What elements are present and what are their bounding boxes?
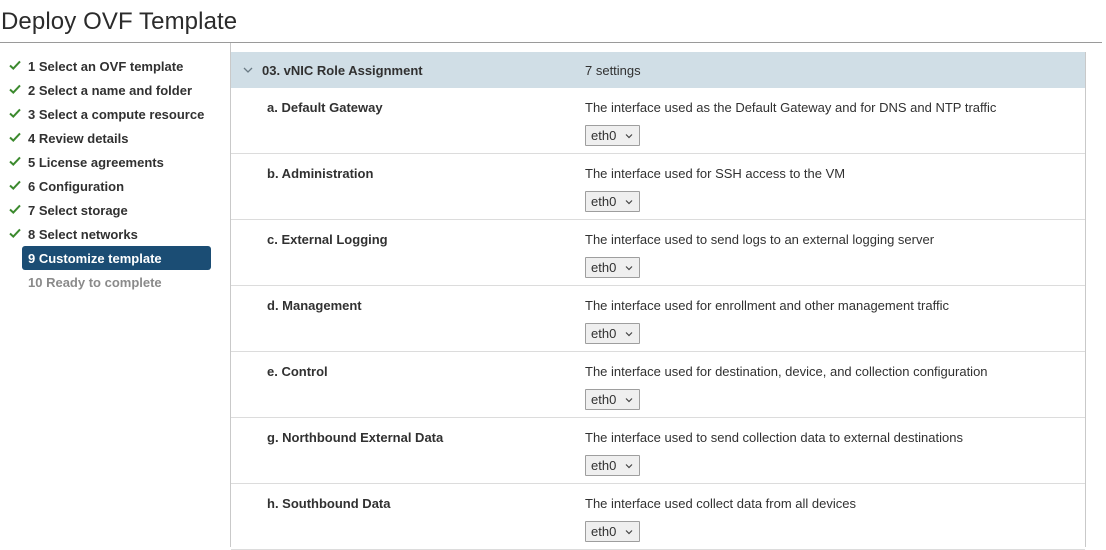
setting-row-external-logging: c. External Logging The interface used t… <box>231 220 1085 286</box>
setting-label: d. Management <box>267 298 362 313</box>
setting-label: a. Default Gateway <box>267 100 383 115</box>
chevron-down-icon <box>625 266 633 271</box>
default-gateway-select[interactable]: eth0 <box>585 125 640 146</box>
chevron-down-icon <box>625 134 633 139</box>
step-customize-template[interactable]: 9 Customize template <box>22 246 211 270</box>
setting-row-default-gateway: a. Default Gateway The interface used as… <box>231 88 1085 154</box>
step-label: 8 Select networks <box>28 226 138 242</box>
step-configuration[interactable]: 6 Configuration <box>0 174 222 198</box>
setting-row-control: e. Control The interface used for destin… <box>231 352 1085 418</box>
setting-row-northbound-external-data: g. Northbound External Data The interfac… <box>231 418 1085 484</box>
check-icon <box>9 132 21 143</box>
step-select-storage[interactable]: 7 Select storage <box>0 198 222 222</box>
select-value: eth0 <box>591 128 617 143</box>
chevron-down-icon <box>625 200 633 205</box>
step-label: 1 Select an OVF template <box>28 58 184 74</box>
check-icon <box>9 108 21 119</box>
step-label: 7 Select storage <box>28 202 128 218</box>
step-select-ovf-template[interactable]: 1 Select an OVF template <box>0 54 222 78</box>
step-label: 6 Configuration <box>28 178 125 194</box>
setting-row-southbound-data: h. Southbound Data The interface used co… <box>231 484 1085 550</box>
external-logging-select[interactable]: eth0 <box>585 257 640 278</box>
step-select-compute-resource[interactable]: 3 Select a compute resource <box>0 102 222 126</box>
chevron-down-icon <box>625 464 633 469</box>
setting-label: g. Northbound External Data <box>267 430 444 445</box>
step-select-name-folder[interactable]: 2 Select a name and folder <box>0 78 222 102</box>
administration-select[interactable]: eth0 <box>585 191 640 212</box>
group-title: 03. vNIC Role Assignment <box>262 62 423 78</box>
check-icon <box>9 204 21 215</box>
setting-description: The interface used to send logs to an ex… <box>585 232 935 247</box>
step-review-details[interactable]: 4 Review details <box>0 126 222 150</box>
group-header-vnic-role-assignment[interactable]: 03. vNIC Role Assignment 7 settings <box>231 52 1085 88</box>
setting-description: The interface used for SSH access to the… <box>585 166 846 181</box>
select-value: eth0 <box>591 392 617 407</box>
step-label: 4 Review details <box>28 130 129 146</box>
check-icon <box>9 156 21 167</box>
group-settings-count: 7 settings <box>585 62 641 78</box>
chevron-down-icon <box>625 530 633 535</box>
management-select[interactable]: eth0 <box>585 323 640 344</box>
setting-description: The interface used collect data from all… <box>585 496 856 511</box>
setting-description: The interface used to send collection da… <box>585 430 963 445</box>
chevron-down-icon[interactable] <box>243 65 253 75</box>
southbound-data-select[interactable]: eth0 <box>585 521 640 542</box>
step-label: 9 Customize template <box>28 250 162 266</box>
chevron-down-icon <box>625 332 633 337</box>
setting-description: The interface used as the Default Gatewa… <box>585 100 997 115</box>
title-divider <box>0 42 1102 43</box>
step-license-agreements[interactable]: 5 License agreements <box>0 150 222 174</box>
setting-row-management: d. Management The interface used for enr… <box>231 286 1085 352</box>
page-title: Deploy OVF Template <box>1 8 238 35</box>
check-icon <box>9 84 21 95</box>
select-value: eth0 <box>591 524 617 539</box>
setting-label: e. Control <box>267 364 328 379</box>
select-value: eth0 <box>591 260 617 275</box>
select-value: eth0 <box>591 458 617 473</box>
step-label: 3 Select a compute resource <box>28 106 205 122</box>
setting-row-administration: b. Administration The interface used for… <box>231 154 1085 220</box>
chevron-down-icon <box>625 398 633 403</box>
customize-template-panel: 03. vNIC Role Assignment 7 settings a. D… <box>231 52 1086 550</box>
select-value: eth0 <box>591 326 617 341</box>
northbound-external-data-select[interactable]: eth0 <box>585 455 640 476</box>
select-value: eth0 <box>591 194 617 209</box>
step-select-networks[interactable]: 8 Select networks <box>0 222 222 246</box>
check-icon <box>9 180 21 191</box>
setting-label: h. Southbound Data <box>267 496 391 511</box>
setting-label: b. Administration <box>267 166 374 181</box>
wizard-steps: 1 Select an OVF template 2 Select a name… <box>0 54 222 294</box>
check-icon <box>9 228 21 239</box>
step-ready-to-complete: 10 Ready to complete <box>0 270 222 294</box>
step-label: 10 Ready to complete <box>28 274 162 290</box>
setting-description: The interface used for enrollment and ot… <box>585 298 949 313</box>
control-select[interactable]: eth0 <box>585 389 640 410</box>
setting-label: c. External Logging <box>267 232 388 247</box>
check-icon <box>9 60 21 71</box>
step-label: 5 License agreements <box>28 154 164 170</box>
setting-description: The interface used for destination, devi… <box>585 364 988 379</box>
step-label: 2 Select a name and folder <box>28 82 193 98</box>
